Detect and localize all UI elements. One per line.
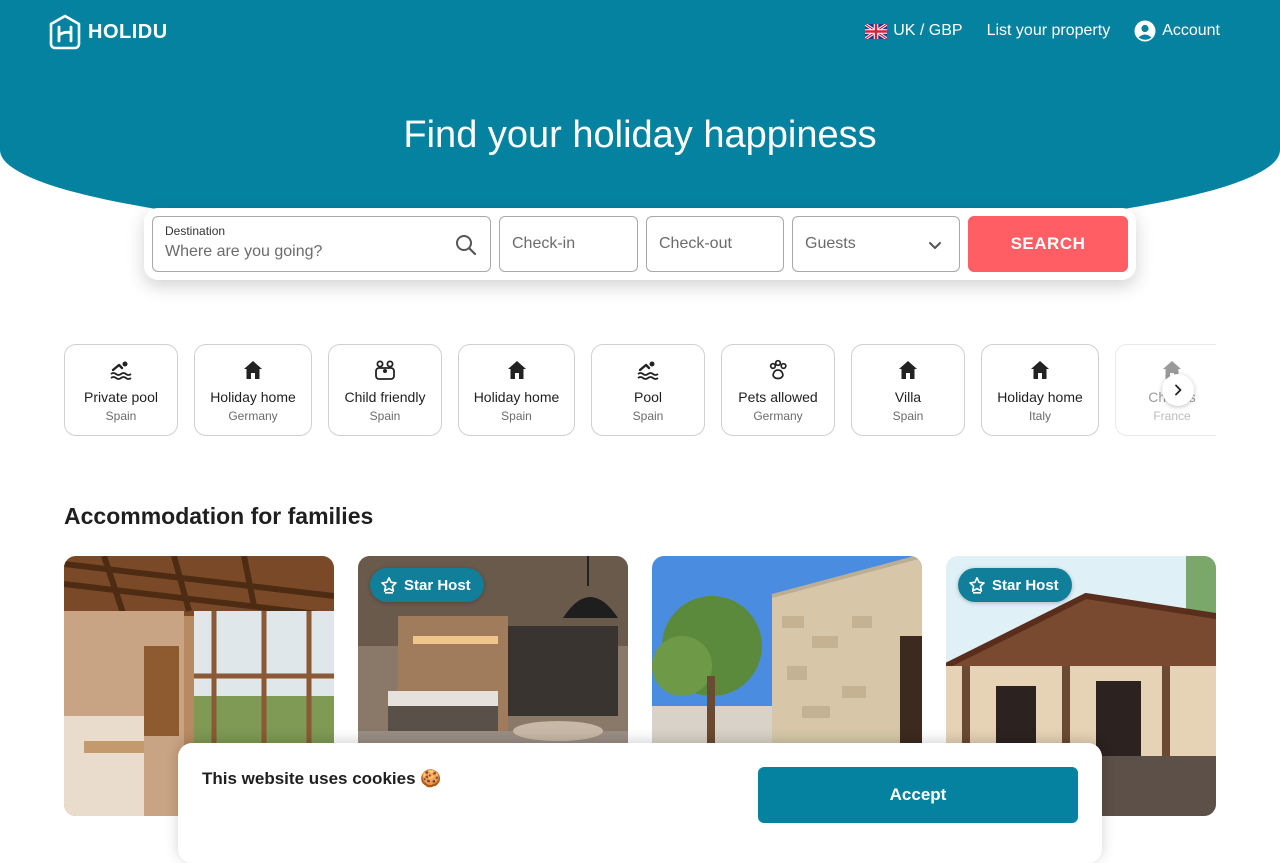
category-chip[interactable]: Villa Spain bbox=[851, 344, 965, 436]
checkin-field[interactable]: Check-in bbox=[499, 216, 638, 272]
uk-flag-icon bbox=[865, 23, 888, 39]
account-menu[interactable]: Account bbox=[1134, 20, 1220, 42]
guests-placeholder: Guests bbox=[805, 235, 856, 252]
cookie-title: This website uses cookies 🍪 bbox=[202, 769, 442, 788]
category-country: Spain bbox=[632, 409, 664, 423]
destination-input[interactable] bbox=[165, 243, 445, 261]
checkout-field[interactable]: Check-out bbox=[646, 216, 784, 272]
section-title: Accommodation for families bbox=[64, 503, 374, 529]
badge-label: Star Host bbox=[404, 576, 471, 594]
category-label: Holiday home bbox=[473, 389, 560, 405]
category-chip[interactable]: Holiday home Italy bbox=[981, 344, 1099, 436]
search-bar: Destination Check-in Check-out Guests SE… bbox=[144, 208, 1136, 280]
badge-label: Star Host bbox=[992, 576, 1059, 594]
list-property-label: List your property bbox=[986, 22, 1111, 39]
destination-field[interactable]: Destination bbox=[152, 216, 491, 272]
category-country: Italy bbox=[1028, 409, 1051, 423]
category-chip[interactable]: Pets allowed Germany bbox=[721, 344, 835, 436]
checkin-placeholder: Check-in bbox=[512, 235, 576, 252]
category-chip[interactable]: Holiday home Germany bbox=[194, 344, 312, 436]
search-button[interactable]: SEARCH bbox=[968, 216, 1128, 272]
chevron-right-icon bbox=[1175, 384, 1182, 396]
holidu-logo[interactable]: HOLIDU bbox=[48, 14, 168, 50]
header-nav: UK / GBP List your property Account bbox=[865, 20, 1220, 42]
category-country: Germany bbox=[228, 409, 278, 423]
category-chip[interactable]: Private pool Spain bbox=[64, 344, 178, 436]
chevron-down-icon bbox=[929, 242, 941, 249]
category-label: Pool bbox=[633, 389, 663, 405]
hero-title: Find your holiday happiness bbox=[403, 114, 877, 156]
top-navigation: HOLIDU UK / GBP List your property Accou… bbox=[0, 0, 1280, 64]
pool-icon bbox=[110, 361, 132, 380]
locale-label: UK / GBP bbox=[893, 22, 963, 39]
category-label: Pets allowed bbox=[738, 389, 818, 405]
category-country: Spain bbox=[105, 409, 137, 423]
house-icon bbox=[244, 361, 262, 379]
category-chip[interactable]: Pool Spain bbox=[591, 344, 705, 436]
paw-icon bbox=[769, 359, 787, 380]
destination-label: Destination bbox=[165, 224, 226, 238]
star-icon bbox=[969, 577, 985, 594]
star-icon bbox=[381, 577, 397, 594]
category-chip[interactable]: Child friendly Spain bbox=[328, 344, 442, 436]
search-icon[interactable] bbox=[454, 233, 478, 257]
star-host-badge: Star Host bbox=[958, 568, 1072, 602]
category-country: Spain bbox=[501, 409, 532, 423]
pool-icon bbox=[637, 361, 659, 380]
accept-cookies-button[interactable]: Accept bbox=[758, 767, 1078, 823]
brand-name: HOLIDU bbox=[88, 20, 168, 43]
guests-select[interactable]: Guests bbox=[792, 216, 960, 272]
list-property-link[interactable]: List your property bbox=[987, 22, 1111, 40]
category-label: Villa bbox=[894, 389, 922, 405]
category-country: Spain bbox=[369, 409, 401, 423]
category-chip[interactable]: Holiday home Spain bbox=[458, 344, 575, 436]
category-label: Holiday home bbox=[210, 389, 296, 405]
category-label: Holiday home bbox=[997, 389, 1083, 405]
cookie-banner: This website uses cookies 🍪 Accept bbox=[178, 743, 1102, 863]
holidu-logo-icon bbox=[49, 14, 81, 50]
family-icon bbox=[375, 360, 395, 380]
carousel-next-button[interactable] bbox=[1162, 374, 1194, 406]
account-label: Account bbox=[1162, 22, 1220, 39]
house-icon bbox=[507, 361, 526, 379]
category-country: Spain bbox=[892, 409, 924, 423]
category-label: Private pool bbox=[84, 389, 158, 405]
checkout-placeholder: Check-out bbox=[659, 235, 732, 252]
category-country: France bbox=[1153, 409, 1191, 423]
house-icon bbox=[899, 361, 917, 379]
account-icon bbox=[1134, 20, 1156, 42]
category-carousel: Private pool Spain Holiday home Germany … bbox=[64, 344, 1216, 436]
star-host-badge: Star Host bbox=[370, 568, 484, 602]
locale-selector[interactable]: UK / GBP bbox=[865, 22, 963, 40]
house-icon bbox=[1031, 361, 1049, 379]
category-label: Child friendly bbox=[344, 389, 426, 405]
category-country: Germany bbox=[753, 409, 803, 423]
